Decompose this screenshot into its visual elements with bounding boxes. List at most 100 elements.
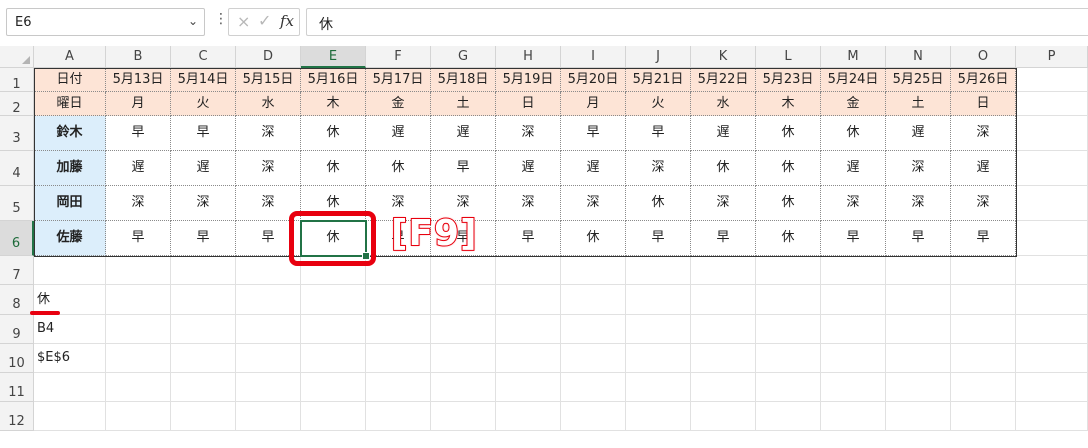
cell-m1[interactable]: 5月24日 (821, 68, 886, 92)
column-header-i[interactable]: I (561, 46, 626, 68)
cell-a9[interactable]: B4 (34, 315, 106, 344)
cell-f1[interactable]: 5月17日 (366, 68, 431, 92)
cell-k5[interactable]: 深 (691, 186, 756, 221)
cell-o3[interactable]: 深 (951, 116, 1016, 151)
cell-n2[interactable]: 土 (886, 92, 951, 116)
cell-m2[interactable]: 金 (821, 92, 886, 116)
cell-l9[interactable] (756, 315, 821, 344)
cell-j9[interactable] (626, 315, 691, 344)
cell-d12[interactable] (236, 402, 301, 431)
cell-g1[interactable]: 5月18日 (431, 68, 496, 92)
cell-j7[interactable] (626, 256, 691, 285)
row-header-6[interactable]: 6 (0, 221, 34, 256)
cell-e4[interactable]: 休 (301, 151, 366, 186)
cell-e12[interactable] (301, 402, 366, 431)
cell-g2[interactable]: 土 (431, 92, 496, 116)
cell-a5[interactable]: 岡田 (34, 186, 106, 221)
cell-i3[interactable]: 早 (561, 116, 626, 151)
cell-f8[interactable] (366, 285, 431, 315)
cell-d1[interactable]: 5月15日 (236, 68, 301, 92)
cell-d10[interactable] (236, 344, 301, 373)
cell-h2[interactable]: 日 (496, 92, 561, 116)
cell-n3[interactable]: 遅 (886, 116, 951, 151)
cell-m8[interactable] (821, 285, 886, 315)
cell-b8[interactable] (106, 285, 171, 315)
cell-f10[interactable] (366, 344, 431, 373)
cell-p4[interactable] (1016, 151, 1088, 186)
column-header-d[interactable]: D (236, 46, 301, 68)
cell-f11[interactable] (366, 373, 431, 402)
column-header-a[interactable]: A (34, 46, 106, 68)
enter-icon[interactable]: ✓ (258, 11, 271, 30)
column-header-n[interactable]: N (886, 46, 951, 68)
cell-o12[interactable] (951, 402, 1016, 431)
cell-j5[interactable]: 休 (626, 186, 691, 221)
cell-i4[interactable]: 遅 (561, 151, 626, 186)
cell-m4[interactable]: 遅 (821, 151, 886, 186)
cell-d9[interactable] (236, 315, 301, 344)
row-header-3[interactable]: 3 (0, 116, 34, 151)
cell-f12[interactable] (366, 402, 431, 431)
name-box[interactable]: E6 ⌄ (6, 8, 205, 36)
cell-c3[interactable]: 早 (171, 116, 236, 151)
cell-a12[interactable] (34, 402, 106, 431)
cell-k6[interactable]: 早 (691, 221, 756, 256)
cell-l10[interactable] (756, 344, 821, 373)
cell-j12[interactable] (626, 402, 691, 431)
cell-b3[interactable]: 早 (106, 116, 171, 151)
cell-k2[interactable]: 水 (691, 92, 756, 116)
cell-h7[interactable] (496, 256, 561, 285)
cell-m11[interactable] (821, 373, 886, 402)
column-header-h[interactable]: H (496, 46, 561, 68)
cell-b4[interactable]: 遅 (106, 151, 171, 186)
cell-j1[interactable]: 5月21日 (626, 68, 691, 92)
cell-b10[interactable] (106, 344, 171, 373)
cell-c2[interactable]: 火 (171, 92, 236, 116)
cell-o11[interactable] (951, 373, 1016, 402)
cell-n5[interactable]: 深 (886, 186, 951, 221)
cell-o10[interactable] (951, 344, 1016, 373)
cell-l1[interactable]: 5月23日 (756, 68, 821, 92)
cell-j6[interactable]: 早 (626, 221, 691, 256)
cell-a2[interactable]: 曜日 (34, 92, 106, 116)
cell-m3[interactable]: 休 (821, 116, 886, 151)
cell-o7[interactable] (951, 256, 1016, 285)
cell-g10[interactable] (431, 344, 496, 373)
cell-a4[interactable]: 加藤 (34, 151, 106, 186)
cell-p2[interactable] (1016, 92, 1088, 116)
cell-g11[interactable] (431, 373, 496, 402)
cell-b6[interactable]: 早 (106, 221, 171, 256)
cell-f7[interactable] (366, 256, 431, 285)
column-header-c[interactable]: C (171, 46, 236, 68)
cell-p1[interactable] (1016, 68, 1088, 92)
cell-c10[interactable] (171, 344, 236, 373)
row-header-9[interactable]: 9 (0, 315, 34, 344)
cell-a11[interactable] (34, 373, 106, 402)
cell-p11[interactable] (1016, 373, 1088, 402)
cell-h4[interactable]: 遅 (496, 151, 561, 186)
cell-h6[interactable]: 早 (496, 221, 561, 256)
cell-k1[interactable]: 5月22日 (691, 68, 756, 92)
cell-e5[interactable]: 休 (301, 186, 366, 221)
cell-d3[interactable]: 深 (236, 116, 301, 151)
cell-l2[interactable]: 木 (756, 92, 821, 116)
cell-j8[interactable] (626, 285, 691, 315)
cell-n1[interactable]: 5月25日 (886, 68, 951, 92)
row-header-12[interactable]: 12 (0, 402, 34, 431)
cell-o8[interactable] (951, 285, 1016, 315)
row-header-1[interactable]: 1 (0, 68, 34, 92)
column-header-k[interactable]: K (691, 46, 756, 68)
cell-i1[interactable]: 5月20日 (561, 68, 626, 92)
cell-l5[interactable]: 休 (756, 186, 821, 221)
column-header-e[interactable]: E (301, 46, 366, 68)
cell-n9[interactable] (886, 315, 951, 344)
cell-c12[interactable] (171, 402, 236, 431)
row-header-5[interactable]: 5 (0, 186, 34, 221)
cell-c4[interactable]: 遅 (171, 151, 236, 186)
cell-p12[interactable] (1016, 402, 1088, 431)
cell-f4[interactable]: 休 (366, 151, 431, 186)
cell-h9[interactable] (496, 315, 561, 344)
cell-k9[interactable] (691, 315, 756, 344)
cell-g12[interactable] (431, 402, 496, 431)
cell-l4[interactable]: 休 (756, 151, 821, 186)
